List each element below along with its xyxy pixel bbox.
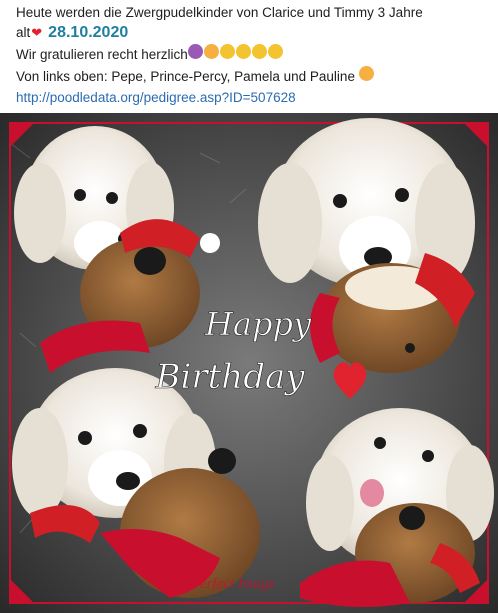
post-line-2: alt❤ 28.10.2020 [16,23,492,43]
heart-eyes-emoji-icon [203,44,219,59]
post-line-4-text: Von links oben: Pepe, Prince-Percy, Pame… [16,69,355,84]
kiss-emoji-icon [219,44,235,59]
smiling-hearts-emoji-icon [358,66,374,81]
devil-emoji-icon [187,44,203,59]
kiss-emoji-icon [251,44,267,59]
post-text: Heute werden die Zwergpudelkinder von Cl… [16,3,492,108]
post-line-1: Heute werden die Zwergpudelkinder von Cl… [16,5,423,20]
post-date: 28.10.2020 [48,24,129,41]
heart-emoji-icon: ❤ [31,25,43,40]
greeting-birthday: Birthday [155,357,306,397]
post-line-2-prefix: alt [16,25,31,40]
photo-collage: Happy Birthday Perfect Image [0,113,498,613]
kiss-emoji-icon [235,44,251,59]
kiss-emoji-icon [267,44,283,59]
watermark: Perfect Image [190,576,276,592]
post-line-3: Wir gratulieren recht herzlich [16,43,492,65]
greeting-happy: Happy [204,305,312,343]
pedigree-link[interactable]: http://poodledata.org/pedigree.asp?ID=50… [16,88,296,108]
post-line-3-text: Wir gratulieren recht herzlich [16,47,188,62]
post-line-4: Von links oben: Pepe, Prince-Percy, Pame… [16,65,492,87]
birthday-photo[interactable]: Happy Birthday Perfect Image [0,113,498,613]
